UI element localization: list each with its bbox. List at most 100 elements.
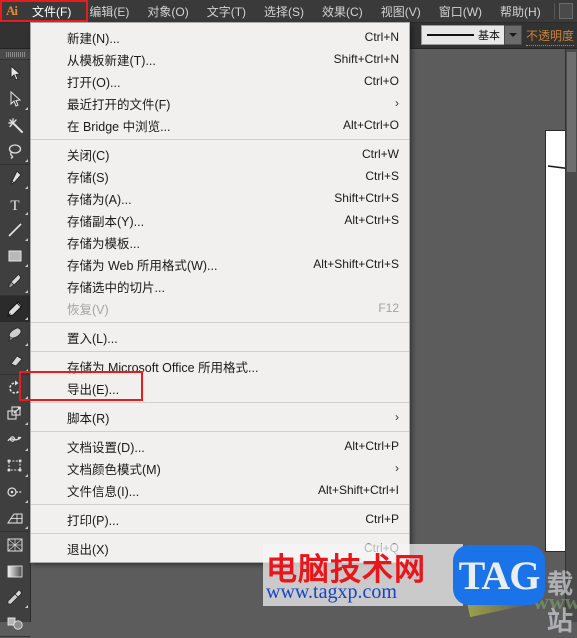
selection-tool[interactable] [0,60,30,86]
tool-flyout-corner-icon [25,422,28,425]
menu-divider [31,402,409,403]
menu-item-exit[interactable]: 退出(X) Ctrl+Q [31,537,409,559]
pen-tool[interactable] [0,165,30,191]
menubar-item-object[interactable]: 对象(O) [138,0,197,22]
pencil-tool[interactable] [0,296,30,322]
tool-flyout-corner-icon [25,264,28,267]
menu-item-file-info[interactable]: 文件信息(I)... Alt+Shift+Ctrl+I [31,479,409,501]
illustrator-logo-icon: Ai [6,3,18,18]
paintbrush-tool[interactable] [0,269,30,295]
menu-item-save[interactable]: 存储(S) Ctrl+S [31,165,409,187]
menu-item-save-a-copy[interactable]: 存储副本(Y)... Alt+Ctrl+S [31,209,409,231]
tool-flyout-corner-icon [25,212,28,215]
menubar-item-help[interactable]: 帮助(H) [491,0,550,22]
tools-panel-drag-grip[interactable] [0,49,30,60]
menubar-item-view[interactable]: 视图(V) [372,0,430,22]
lasso-tool[interactable] [0,138,30,164]
tool-group-draw: T [0,165,30,296]
eraser-tool[interactable] [0,348,30,374]
tool-group-selection [0,60,30,165]
menu-item-save-as[interactable]: 存储为(A)... Shift+Ctrl+S [31,187,409,209]
blend-tool[interactable] [0,610,30,636]
menu-item-save-for-microsoft-office[interactable]: 存储为 Microsoft Office 所用格式... [31,355,409,377]
stroke-profile-select[interactable]: 基本 [421,25,505,45]
tool-group-paint [0,532,30,637]
tool-flyout-corner-icon [25,317,28,320]
menu-item-new[interactable]: 新建(N)... Ctrl+N [31,26,409,48]
tool-flyout-corner-icon [25,500,28,503]
direct-selection-tool[interactable] [0,86,30,112]
menu-divider [31,533,409,534]
gradient-tool[interactable] [0,558,30,584]
magic-wand-tool[interactable] [0,112,30,138]
menu-divider [31,431,409,432]
illustrator-app-window: 路径 T [0,0,577,637]
menu-item-export[interactable]: 导出(E)... [31,377,409,399]
tool-flyout-corner-icon [25,396,28,399]
free-transform-tool[interactable] [0,453,30,479]
rectangle-tool[interactable] [0,243,30,269]
menu-item-place[interactable]: 置入(L)... [31,326,409,348]
tool-flyout-corner-icon [25,369,28,372]
canvas-vertical-scrollbar[interactable] [565,48,577,622]
tools-panel: 路径 T [0,22,31,637]
eyedropper-tool[interactable] [0,584,30,610]
menu-group-exit: 退出(X) Ctrl+Q [31,537,409,559]
menu-item-save-for-web[interactable]: 存储为 Web 所用格式(W)... Alt+Shift+Ctrl+S [31,253,409,275]
line-segment-tool[interactable] [0,217,30,243]
svg-text:T: T [10,198,19,212]
menubar-end-button[interactable] [558,3,573,19]
menubar-item-effect[interactable]: 效果(C) [313,0,372,22]
menu-item-save-as-template[interactable]: 存储为模板... [31,231,409,253]
file-menu-dropdown[interactable]: 新建(N)... Ctrl+N 从模板新建(T)... Shift+Ctrl+N… [30,22,410,563]
tool-flyout-corner-icon [25,526,28,529]
menu-item-open[interactable]: 打开(O)... Ctrl+O [31,70,409,92]
tool-flyout-corner-icon [25,474,28,477]
menu-bar: Ai 文件(F) 编辑(E) 对象(O) 文字(T) 选择(S) 效果(C) 视… [0,0,577,23]
width-tool[interactable] [0,427,30,453]
blob-brush-tool[interactable] [0,322,30,348]
mesh-tool[interactable] [0,532,30,558]
menubar-item-type[interactable]: 文字(T) [198,0,255,22]
tool-flyout-corner-icon [25,343,28,346]
menu-divider [31,139,409,140]
menubar-item-edit[interactable]: 编辑(E) [80,0,138,22]
menu-divider [31,322,409,323]
scale-tool[interactable] [0,401,30,427]
tool-flyout-corner-icon [25,186,28,189]
menu-group-new-open: 新建(N)... Ctrl+N 从模板新建(T)... Shift+Ctrl+N… [31,26,409,136]
menu-item-document-color-mode[interactable]: 文档颜色模式(M) › [31,457,409,479]
submenu-arrow-icon: › [395,461,399,475]
tool-flyout-corner-icon [25,290,28,293]
rotate-tool[interactable] [0,375,30,401]
menu-group-print: 打印(P)... Ctrl+P [31,508,409,530]
menu-item-revert: 恢复(V) F12 [67,301,399,317]
menu-item-save-selected-slices[interactable]: 存储选中的切片... [31,275,409,297]
menubar-item-file[interactable]: 文件(F) [23,0,81,22]
menu-group-document: 文档设置(D)... Alt+Ctrl+P 文档颜色模式(M) › 文件信息(I… [31,435,409,501]
menubar-divider [553,3,555,19]
submenu-arrow-icon: › [395,410,399,424]
submenu-arrow-icon: › [395,96,399,110]
stroke-profile-preview-icon [427,34,474,36]
menu-item-browse-in-bridge[interactable]: 在 Bridge 中浏览... Alt+Ctrl+O [31,114,409,136]
menubar-item-window[interactable]: 窗口(W) [430,0,491,22]
menu-item-print[interactable]: 打印(P)... Ctrl+P [31,508,409,530]
menu-item-document-setup[interactable]: 文档设置(D)... Alt+Ctrl+P [31,435,409,457]
stroke-profile-dropdown-button[interactable] [504,25,522,45]
scrollbar-thumb[interactable] [567,52,576,172]
type-tool[interactable]: T [0,191,30,217]
menu-item-new-from-template[interactable]: 从模板新建(T)... Shift+Ctrl+N [31,48,409,70]
stroke-profile-value: 基本 [478,30,500,42]
menubar-item-select[interactable]: 选择(S) [255,0,313,22]
perspective-grid-tool[interactable] [0,505,30,531]
menu-group-save: 关闭(C) Ctrl+W 存储(S) Ctrl+S 存储为(A)... Shif… [31,143,409,319]
opacity-label[interactable]: 不透明度 [526,27,575,46]
menu-group-export: 存储为 Microsoft Office 所用格式... 导出(E)... [31,355,409,399]
shape-builder-tool[interactable] [0,479,30,505]
menu-item-scripts[interactable]: 脚本(R) › [31,406,409,428]
menu-item-close[interactable]: 关闭(C) Ctrl+W [31,143,409,165]
tool-group-edit [0,296,30,375]
menu-divider [31,504,409,505]
menu-item-recent-files[interactable]: 最近打开的文件(F) › [31,92,409,114]
